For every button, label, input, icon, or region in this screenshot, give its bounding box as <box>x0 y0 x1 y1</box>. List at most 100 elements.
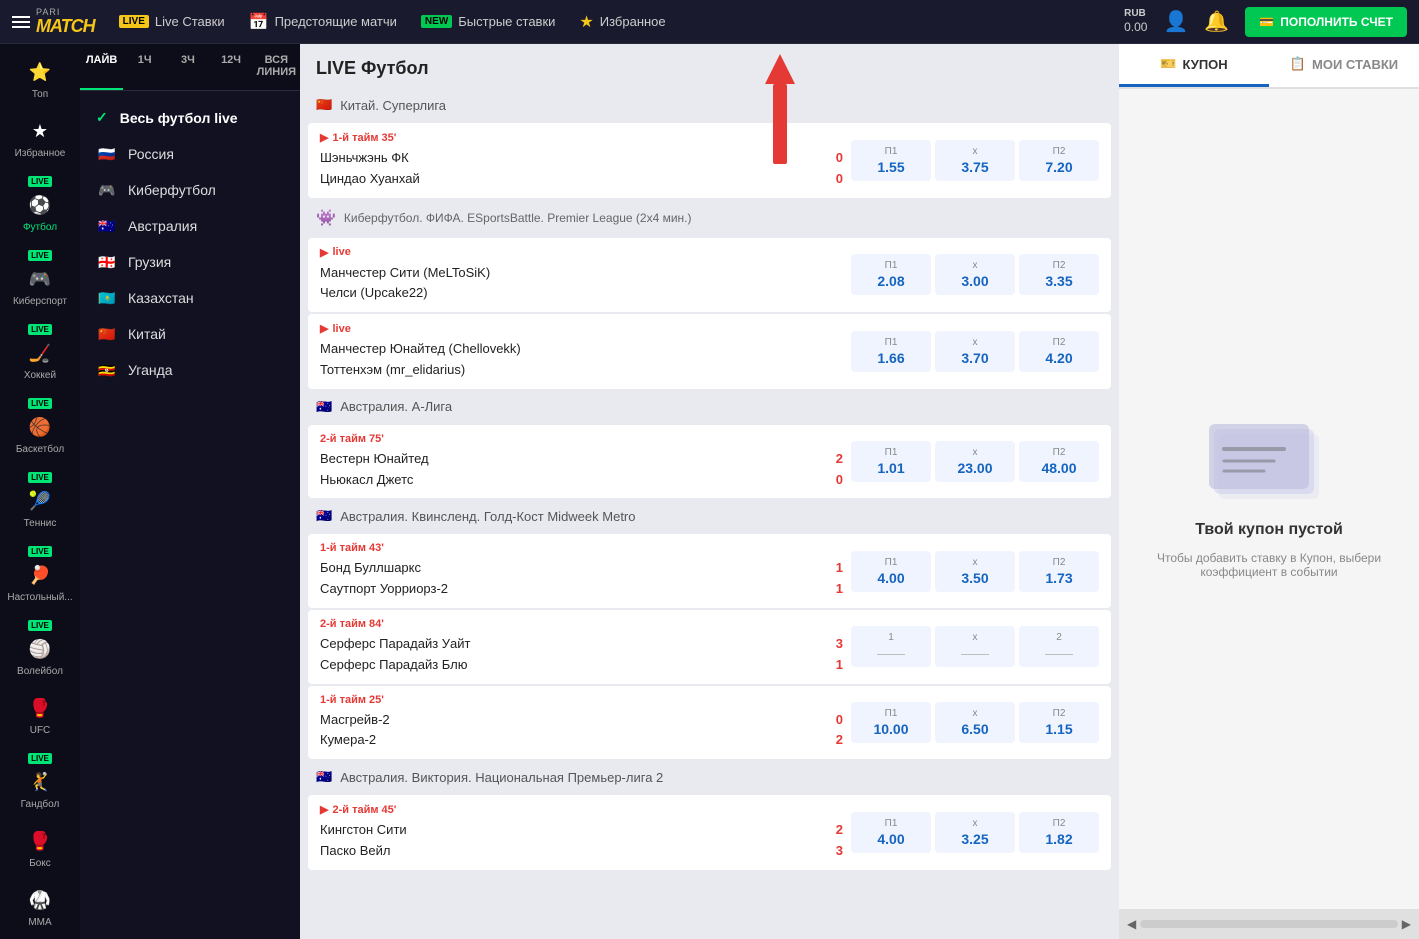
tab-3h[interactable]: 3Ч <box>166 44 209 90</box>
sidebar-label-volleyball: Волейбол <box>17 666 63 678</box>
odd-p2-w[interactable]: П2 48.00 <box>1019 441 1099 482</box>
sidebar-item-mma[interactable]: 🥋 MMA <box>0 880 80 935</box>
sport-row-kazakhstan[interactable]: 🇰🇿 Казахстан <box>80 280 300 316</box>
tab-live[interactable]: ЛАЙВ <box>80 44 123 90</box>
odd-p1-king[interactable]: П1 4.00 <box>851 812 931 853</box>
sport-row-australia[interactable]: 🇦🇺 Австралия <box>80 208 300 244</box>
odd-x[interactable]: х 3.75 <box>935 140 1015 181</box>
match-info-kingston: ▶ 2-й тайм 45' Кингстон Сити 2 Паско Вей… <box>320 803 843 862</box>
odds-group-cyber2: П1 1.66 х 3.70 П2 4.20 <box>851 331 1099 372</box>
fill-account-button[interactable]: 💳 ПОПОЛНИТЬ СЧЕТ <box>1245 7 1407 37</box>
tab-all-line[interactable]: ВСЯ ЛИНИЯ <box>253 44 300 90</box>
sidebar-item-basketball[interactable]: LIVE 🏀 Баскетбол <box>0 392 80 462</box>
sidebar-item-boxing[interactable]: 🥊 Бокс <box>0 821 80 876</box>
right-panel-tabs: 🎫 КУПОН 📋 МОИ СТАВКИ <box>1119 44 1419 89</box>
team-row-mancity1: Манчестер Сити (MeLToSiK) <box>320 263 843 284</box>
sidebar-item-football[interactable]: LIVE ⚽ Футбол <box>0 170 80 240</box>
live-dot-tt: LIVE <box>28 546 52 557</box>
odd-x-w[interactable]: х 23.00 <box>935 441 1015 482</box>
tab-12h[interactable]: 12Ч <box>209 44 252 90</box>
live-bets-nav[interactable]: LIVE Live Ставки <box>119 14 225 29</box>
football-icon: ⚽ <box>26 191 54 219</box>
favorites-nav[interactable]: ★ Избранное <box>579 12 665 32</box>
odd-x-surfers[interactable]: х —— <box>935 626 1015 667</box>
match-time-kingston: ▶ 2-й тайм 45' <box>320 803 843 816</box>
odd-x-mus[interactable]: х 6.50 <box>935 702 1015 743</box>
odd-p2-mus[interactable]: П2 1.15 <box>1019 702 1099 743</box>
coupon-illustration <box>1209 419 1329 509</box>
match-card-manutd: ▶ live Манчестер Юнайтед (Chellovekk) То… <box>308 314 1111 389</box>
odds-group-kingston: П1 4.00 х 3.25 П2 1.82 <box>851 812 1099 853</box>
bell-icon[interactable]: 🔔 <box>1204 9 1229 34</box>
scroll-left-arrow[interactable]: ◀ <box>1127 917 1136 931</box>
sidebar-label-mma: MMA <box>28 917 51 929</box>
sidebar-item-volleyball[interactable]: LIVE 🏐 Волейбол <box>0 614 80 684</box>
cyber-icon: 🎮 <box>96 182 118 198</box>
sidebar-label-handball: Гандбол <box>21 799 60 811</box>
logo: PARI MATCH <box>12 8 95 35</box>
fast-bets-nav[interactable]: NEW Быстрые ставки <box>421 14 555 29</box>
team-row-newcastle: Ньюкасл Джетс 0 <box>320 470 843 491</box>
sport-row-all-football[interactable]: ✓ Весь футбол live <box>80 99 300 136</box>
ufc-icon: 🥊 <box>26 694 54 722</box>
sport-row-china[interactable]: 🇨🇳 Китай <box>80 316 300 352</box>
odd-p1-c1[interactable]: П1 2.08 <box>851 254 931 295</box>
coupon-empty: Твой купон пустой Чтобы добавить ставку … <box>1119 89 1419 909</box>
sport-row-cyberfootball[interactable]: 🎮 Киберфутбол <box>80 172 300 208</box>
tab-coupon[interactable]: 🎫 КУПОН <box>1119 44 1269 87</box>
live-text: live <box>332 246 350 258</box>
hamburger-icon[interactable] <box>12 16 30 28</box>
topnav: PARI MATCH LIVE Live Ставки 📅 Предстоящи… <box>0 0 1419 44</box>
odd-1-surfers[interactable]: 1 —— <box>851 626 931 667</box>
scroll-right-arrow[interactable]: ▶ <box>1402 917 1411 931</box>
odd-p2-c1[interactable]: П2 3.35 <box>1019 254 1099 295</box>
odd-p2-bond[interactable]: П2 1.73 <box>1019 551 1099 592</box>
odd-x-c2[interactable]: х 3.70 <box>935 331 1015 372</box>
cyber-row: 👾 Киберфутбол. ФИФА. ESportsBattle. Prem… <box>300 200 1119 236</box>
tab-1h[interactable]: 1Ч <box>123 44 166 90</box>
odd-p1-c2[interactable]: П1 1.66 <box>851 331 931 372</box>
live-dot-cyber: LIVE <box>28 250 52 261</box>
odd-p1-w[interactable]: П1 1.01 <box>851 441 931 482</box>
china-flag-icon: 🇨🇳 <box>96 326 118 342</box>
match-time-cyber2: ▶ live <box>320 322 843 335</box>
odd-x-c1[interactable]: х 3.00 <box>935 254 1015 295</box>
team-row-1: Шэньчжэнь ФК 0 <box>320 148 843 169</box>
odd-p1[interactable]: П1 1.55 <box>851 140 931 181</box>
aus-flag-3: 🇦🇺 <box>316 769 332 785</box>
odd-x-bond[interactable]: х 3.50 <box>935 551 1015 592</box>
cybersport-icon: 🎮 <box>26 265 54 293</box>
sidebar-item-top[interactable]: ⭐ Топ <box>0 52 80 107</box>
odds-group: П1 1.55 х 3.75 П2 7.20 <box>851 140 1099 181</box>
odd-p2-king[interactable]: П2 1.82 <box>1019 812 1099 853</box>
user-icon[interactable]: 👤 <box>1163 9 1188 34</box>
match-info-cyber2: ▶ live Манчестер Юнайтед (Chellovekk) То… <box>320 322 843 381</box>
team-row-tottenham: Тоттенхэм (mr_elidarius) <box>320 360 843 381</box>
odd-p2-c2[interactable]: П2 4.20 <box>1019 331 1099 372</box>
odd-p1-mus[interactable]: П1 10.00 <box>851 702 931 743</box>
upcoming-matches-nav[interactable]: 📅 Предстоящие матчи <box>249 12 397 32</box>
sidebar-item-tennis[interactable]: LIVE 🎾 Теннис <box>0 466 80 536</box>
sidebar-item-hockey[interactable]: LIVE 🏒 Хоккей <box>0 318 80 388</box>
sidebar-item-cybersport[interactable]: LIVE 🎮 Киберспорт <box>0 244 80 314</box>
odd-2-surfers[interactable]: 2 —— <box>1019 626 1099 667</box>
match-card-surfers: 2-й тайм 84' Серферс Парадайз Уайт 3 Сер… <box>308 610 1111 684</box>
coupon-empty-title: Твой купон пустой <box>1195 521 1343 539</box>
sidebar-item-ufc[interactable]: 🥊 UFC <box>0 688 80 743</box>
scrollbar-track[interactable] <box>1140 920 1398 928</box>
china-league-flag: 🇨🇳 <box>316 97 332 113</box>
checkmark-icon: ✓ <box>96 109 108 126</box>
tab-mybets[interactable]: 📋 МОИ СТАВКИ <box>1269 44 1419 87</box>
sidebar-label-football: Футбол <box>23 222 57 234</box>
sport-row-russia[interactable]: 🇷🇺 Россия <box>80 136 300 172</box>
sidebar-item-tabletennis[interactable]: LIVE 🏓 Настольный... <box>0 540 80 610</box>
odd-p2[interactable]: П2 7.20 <box>1019 140 1099 181</box>
sport-row-georgia[interactable]: 🇬🇪 Грузия <box>80 244 300 280</box>
league-australia-aliga: 🇦🇺 Австралия. А-Лига <box>300 391 1119 423</box>
odd-x-king[interactable]: х 3.25 <box>935 812 1015 853</box>
sidebar-item-favorites[interactable]: ★ Избранное <box>0 111 80 166</box>
sport-row-uganda[interactable]: 🇺🇬 Уганда <box>80 352 300 388</box>
odd-p1-bond[interactable]: П1 4.00 <box>851 551 931 592</box>
hockey-icon: 🏒 <box>26 339 54 367</box>
sidebar-item-handball[interactable]: LIVE 🤾 Гандбол <box>0 747 80 817</box>
